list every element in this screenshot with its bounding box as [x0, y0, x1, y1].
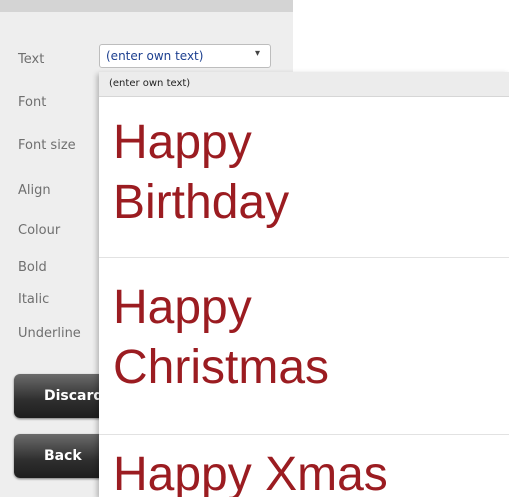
bold-label: Bold [18, 260, 47, 275]
option-line: Christmas [113, 341, 330, 394]
chevron-down-icon: ▾ [254, 48, 260, 59]
text-label: Text [18, 52, 45, 67]
text-select[interactable]: (enter own text) ▾ [99, 44, 271, 68]
back-button-label: Back [44, 448, 82, 464]
text-select-value: (enter own text) [106, 49, 204, 63]
option-line: Happy [113, 281, 252, 334]
option-line: Happy Xmas [113, 448, 388, 497]
dropdown-option-happy-christmas[interactable]: Happy Christmas [99, 258, 509, 434]
italic-label: Italic [18, 292, 50, 307]
text-dropdown-list: (enter own text) Happy Birthday Happy Ch… [99, 72, 509, 497]
option-line: Happy [113, 116, 252, 169]
font-size-label: Font size [18, 138, 76, 153]
dropdown-option-enter-own-text[interactable]: (enter own text) [99, 72, 509, 97]
dropdown-option-happy-birthday[interactable]: Happy Birthday [99, 97, 509, 257]
colour-label: Colour [18, 223, 61, 238]
underline-label: Underline [18, 326, 81, 341]
discard-button-label: Discard [44, 388, 104, 404]
font-label: Font [18, 95, 47, 110]
dropdown-option-happy-xmas[interactable]: Happy Xmas [99, 435, 509, 497]
option-line: Birthday [113, 176, 290, 229]
align-label: Align [18, 183, 51, 198]
panel-top-bar [0, 0, 293, 12]
